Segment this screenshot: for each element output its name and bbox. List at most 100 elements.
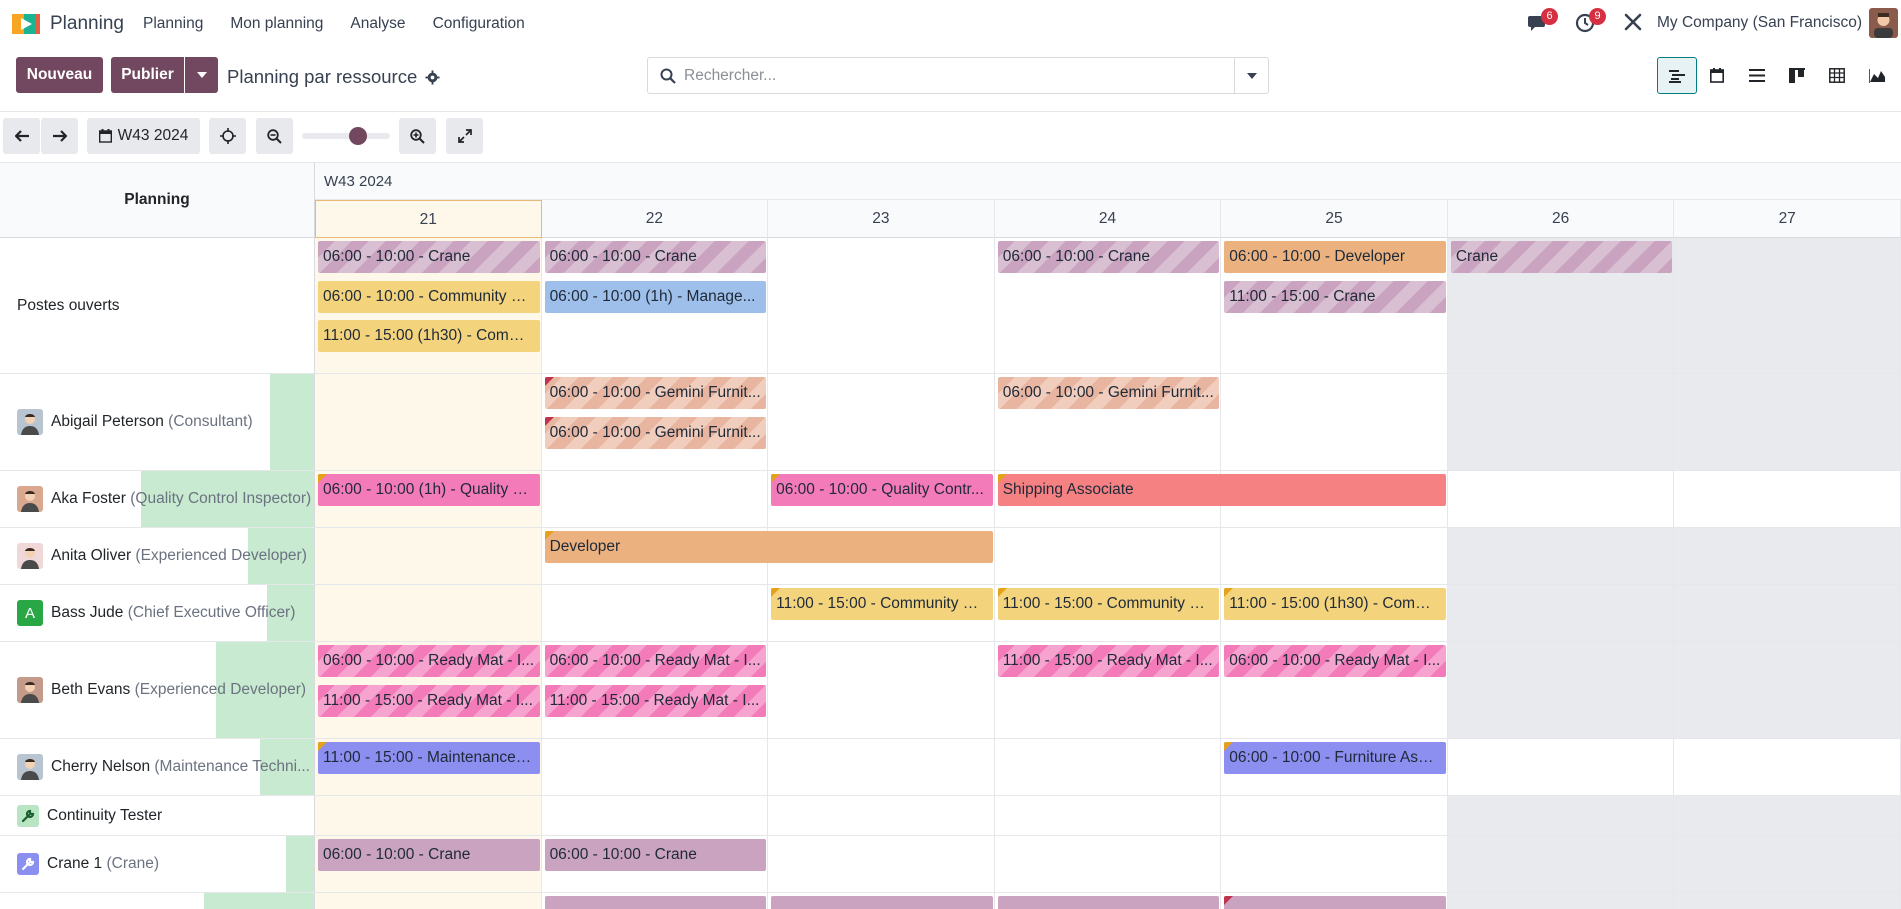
gantt-cell[interactable]: [315, 374, 542, 470]
shift-pill[interactable]: 11:00 - 15:00 - Ready Mat - I...: [544, 685, 767, 717]
shift-pill[interactable]: [997, 896, 1220, 909]
gantt-cell[interactable]: [1674, 642, 1901, 738]
zoom-in-button[interactable]: [399, 118, 436, 154]
shift-pill[interactable]: 06:00 - 10:00 - Gemini Furnit...: [544, 377, 767, 409]
gantt-cell[interactable]: [1221, 796, 1448, 835]
gantt-cell[interactable]: [1674, 893, 1901, 909]
gantt-cell[interactable]: [1674, 585, 1901, 641]
gantt-cell[interactable]: [1448, 739, 1675, 795]
view-calendar-button[interactable]: [1697, 57, 1737, 94]
search-input[interactable]: [684, 60, 1224, 91]
gantt-resource-label[interactable]: Crane 1 (Crane): [0, 836, 315, 892]
shift-pill[interactable]: 11:00 - 15:00 (1h30) - Comm...: [1224, 588, 1446, 620]
shift-pill[interactable]: 11:00 - 15:00 - Maintenance T...: [318, 742, 540, 774]
gantt-cell[interactable]: [315, 796, 542, 835]
gantt-cell[interactable]: [315, 528, 542, 584]
gantt-cell[interactable]: [315, 585, 542, 641]
gantt-cell[interactable]: [1447, 528, 1675, 584]
shift-pill[interactable]: 06:00 - 10:00 - Crane: [318, 241, 540, 273]
gantt-cell[interactable]: [1447, 836, 1675, 892]
shift-pill[interactable]: Developer: [544, 531, 993, 563]
shift-pill[interactable]: 06:00 - 10:00 - Crane: [544, 839, 767, 871]
gantt-resource-label[interactable]: A Bass Jude (Chief Executive Officer): [0, 585, 315, 641]
gantt-cell[interactable]: [1447, 642, 1675, 738]
gantt-cell[interactable]: [315, 893, 542, 909]
gantt-resource-label[interactable]: Postes ouverts: [0, 238, 315, 373]
gantt-cell[interactable]: [1674, 238, 1901, 373]
new-button[interactable]: Nouveau: [16, 57, 103, 93]
publish-button[interactable]: Publier: [111, 57, 184, 93]
view-kanban-button[interactable]: [1777, 57, 1817, 94]
gantt-cell[interactable]: [995, 528, 1222, 584]
gantt-resource-label[interactable]: Beth Evans (Experienced Developer): [0, 642, 315, 738]
shift-pill[interactable]: 11:00 - 15:00 - Ready Mat - I...: [318, 685, 540, 717]
expand-rows-button[interactable]: [446, 118, 483, 154]
shift-pill[interactable]: 06:00 - 10:00 - Quality Contr...: [771, 474, 993, 506]
gantt-cell[interactable]: [1674, 739, 1901, 795]
shift-pill[interactable]: 06:00 - 10:00 - Ready Mat - I...: [544, 645, 767, 677]
zoom-slider[interactable]: [302, 127, 390, 145]
user-avatar[interactable]: [1869, 8, 1898, 38]
gantt-cell[interactable]: [768, 374, 995, 470]
gantt-cell[interactable]: [768, 642, 995, 738]
company-switcher[interactable]: My Company (San Francisco): [1657, 14, 1862, 32]
gantt-cell[interactable]: [995, 836, 1222, 892]
gantt-cell[interactable]: [542, 585, 769, 641]
menu-item-my-planning[interactable]: Mon planning: [230, 15, 323, 33]
gantt-cell[interactable]: [1221, 374, 1448, 470]
gantt-cell[interactable]: [768, 739, 995, 795]
gantt-cell[interactable]: [1674, 471, 1901, 527]
gantt-cell[interactable]: [768, 238, 995, 373]
next-period-button[interactable]: [41, 118, 78, 154]
shift-pill[interactable]: 06:00 - 10:00 - Gemini Furnit...: [544, 417, 767, 449]
gantt-cell[interactable]: [1221, 836, 1448, 892]
gantt-resource-label[interactable]: Continuity Tester: [0, 796, 315, 835]
shift-pill[interactable]: [544, 896, 767, 909]
gantt-resource-label[interactable]: [0, 893, 315, 909]
shift-pill[interactable]: 11:00 - 15:00 (1h30) - Comm...: [318, 320, 540, 352]
view-graph-button[interactable]: [1857, 57, 1897, 94]
gantt-cell[interactable]: [768, 836, 995, 892]
gantt-cell[interactable]: [1221, 528, 1448, 584]
shift-pill[interactable]: 06:00 - 10:00 (1h) - Manage...: [544, 281, 767, 313]
gantt-cell[interactable]: [768, 796, 995, 835]
previous-period-button[interactable]: [3, 118, 40, 154]
menu-item-planning[interactable]: Planning: [143, 15, 203, 33]
gantt-cell[interactable]: [1448, 471, 1675, 527]
zoom-out-button[interactable]: [256, 118, 293, 154]
shift-pill[interactable]: 06:00 - 10:00 - Community M...: [318, 281, 540, 313]
shift-pill[interactable]: 06:00 - 10:00 - Developer: [1224, 241, 1446, 273]
gantt-cell[interactable]: [1674, 836, 1901, 892]
gantt-cell[interactable]: [1447, 585, 1675, 641]
gantt-cell[interactable]: [995, 796, 1222, 835]
gantt-resource-label[interactable]: Cherry Nelson (Maintenance Techni...: [0, 739, 315, 795]
shift-pill[interactable]: [771, 896, 993, 909]
shift-pill[interactable]: Crane: [1450, 241, 1673, 273]
gantt-cell[interactable]: [1674, 374, 1901, 470]
zoom-slider-handle[interactable]: [349, 127, 367, 145]
view-gantt-button[interactable]: [1657, 57, 1697, 94]
gantt-cell[interactable]: [1674, 796, 1901, 835]
shift-pill[interactable]: 06:00 - 10:00 - Crane: [544, 241, 767, 273]
gear-icon[interactable]: [425, 69, 440, 85]
shift-pill[interactable]: 06:00 - 10:00 - Crane: [997, 241, 1220, 273]
gantt-cell[interactable]: [542, 471, 769, 527]
shift-pill[interactable]: 11:00 - 15:00 - Community M...: [771, 588, 993, 620]
gantt-cell[interactable]: [542, 739, 769, 795]
gantt-cell[interactable]: [995, 739, 1222, 795]
gantt-resource-label[interactable]: Anita Oliver (Experienced Developer): [0, 528, 315, 584]
shift-pill[interactable]: [1224, 896, 1446, 909]
gantt-resource-label[interactable]: Aka Foster (Quality Control Inspector): [0, 471, 315, 527]
gantt-cell[interactable]: [1447, 374, 1675, 470]
shift-pill[interactable]: 06:00 - 10:00 - Furniture Asse...: [1224, 742, 1446, 774]
menu-item-configuration[interactable]: Configuration: [433, 15, 525, 33]
shift-pill[interactable]: 11:00 - 15:00 - Community M...: [997, 588, 1220, 620]
shift-pill[interactable]: 06:00 - 10:00 - Ready Mat - I...: [1224, 645, 1446, 677]
shift-pill[interactable]: 06:00 - 10:00 (1h) - Quality C...: [318, 474, 540, 506]
focus-today-button[interactable]: [209, 118, 246, 154]
shift-pill[interactable]: 06:00 - 10:00 - Ready Mat - I...: [318, 645, 540, 677]
planning-app-logo-icon[interactable]: [12, 12, 42, 36]
messages-button[interactable]: 6: [1527, 8, 1558, 36]
search-options-toggle[interactable]: [1234, 58, 1268, 93]
shift-pill[interactable]: 11:00 - 15:00 - Ready Mat - I...: [997, 645, 1220, 677]
